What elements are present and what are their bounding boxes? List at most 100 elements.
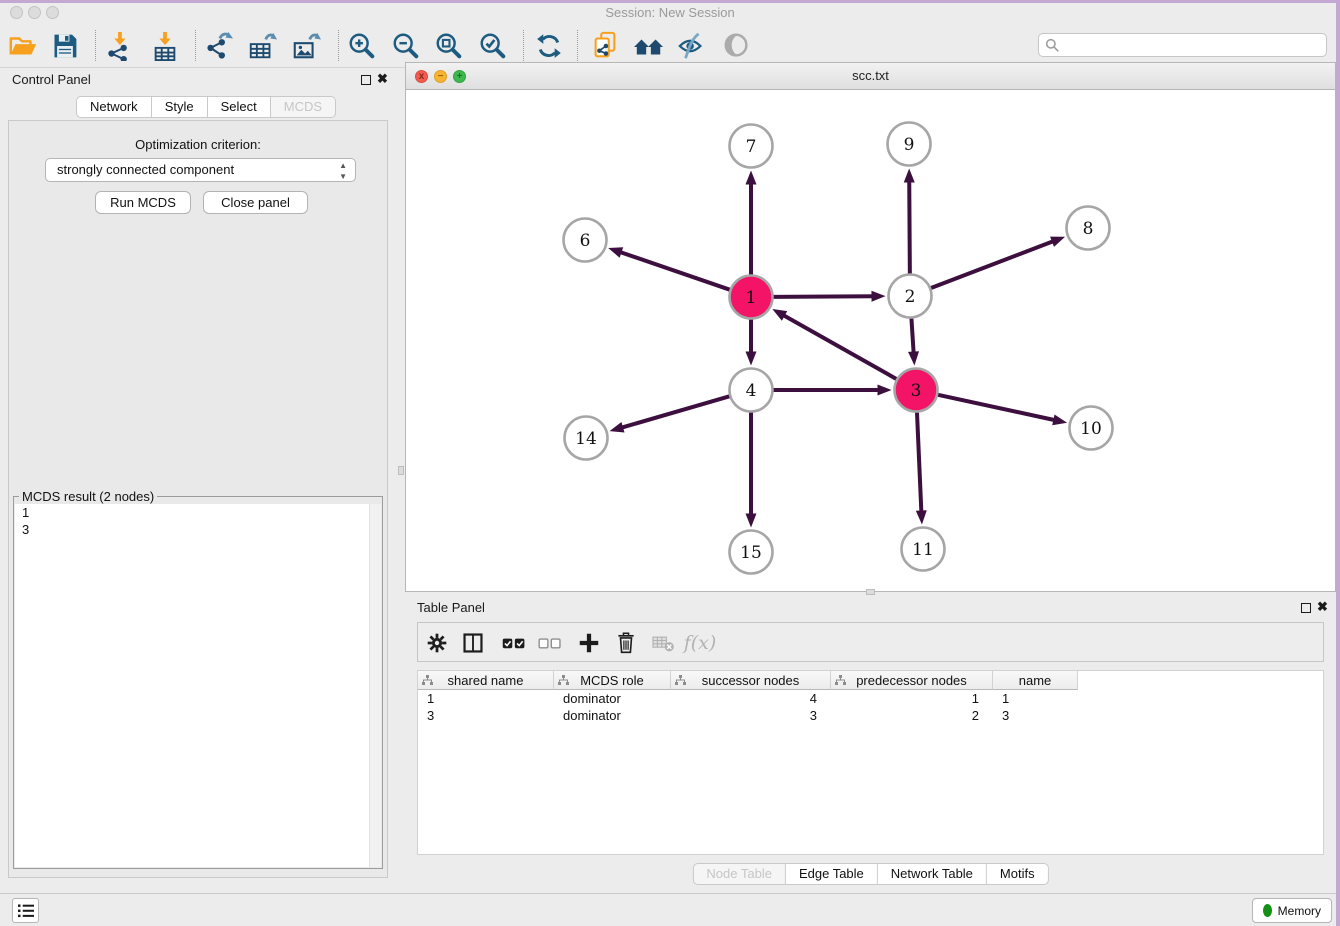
save-session-button[interactable] bbox=[47, 29, 83, 63]
table-row[interactable]: 3dominator323 bbox=[418, 707, 1323, 724]
tab-node-table[interactable]: Node Table bbox=[692, 863, 786, 885]
column-header-shared-name[interactable]: shared name bbox=[418, 671, 554, 690]
tab-motifs[interactable]: Motifs bbox=[987, 863, 1049, 885]
table-cell[interactable]: 4 bbox=[671, 690, 831, 707]
mcds-result-line: 1 bbox=[15, 504, 381, 521]
horizontal-splitter-handle[interactable] bbox=[866, 589, 875, 595]
graph-node-3[interactable]: 3 bbox=[895, 369, 938, 412]
graph-edge-2-3[interactable] bbox=[908, 318, 919, 365]
task-history-button[interactable] bbox=[12, 898, 39, 923]
graph-node-14[interactable]: 14 bbox=[565, 417, 608, 460]
select-all-button[interactable] bbox=[498, 627, 530, 659]
tab-edge-table[interactable]: Edge Table bbox=[786, 863, 878, 885]
control-panel-float-button[interactable] bbox=[361, 75, 371, 85]
function-builder-button[interactable]: f(x) bbox=[684, 627, 716, 659]
graph-node-2[interactable]: 2 bbox=[889, 275, 932, 318]
table-cell[interactable]: dominator bbox=[554, 707, 671, 724]
window-border-top bbox=[0, 0, 1340, 3]
graph-edge-4-14[interactable] bbox=[610, 396, 730, 432]
column-header-MCDS-role[interactable]: MCDS role bbox=[554, 671, 671, 690]
memory-button[interactable]: Memory bbox=[1252, 898, 1332, 923]
tab-network[interactable]: Network bbox=[76, 96, 152, 118]
hide-selected-button[interactable] bbox=[674, 29, 710, 63]
search-input[interactable] bbox=[1060, 38, 1326, 53]
delete-row-button[interactable] bbox=[610, 627, 642, 659]
column-header-name[interactable]: name bbox=[993, 671, 1078, 690]
zoom-selected-button[interactable] bbox=[475, 29, 511, 63]
graph-edge-4-15[interactable] bbox=[746, 413, 757, 528]
graph-edge-1-6[interactable] bbox=[608, 247, 730, 289]
clone-network-button[interactable] bbox=[587, 29, 623, 63]
add-row-button[interactable] bbox=[573, 627, 605, 659]
table-cell[interactable]: dominator bbox=[554, 690, 671, 707]
table-row[interactable]: 1dominator411 bbox=[418, 690, 1323, 707]
zoom-fit-button[interactable] bbox=[431, 29, 467, 63]
graph-node-11[interactable]: 11 bbox=[902, 528, 945, 571]
graph-node-6[interactable]: 6 bbox=[564, 219, 607, 262]
graph-edge-2-8[interactable] bbox=[931, 237, 1065, 288]
tab-select[interactable]: Select bbox=[208, 96, 271, 118]
delete-table-button[interactable] bbox=[647, 627, 679, 659]
refresh-button[interactable] bbox=[531, 29, 567, 63]
table-cell[interactable]: 3 bbox=[993, 707, 1078, 724]
table-cell[interactable]: 1 bbox=[993, 690, 1078, 707]
table-cell[interactable]: 2 bbox=[831, 707, 993, 724]
graph-node-7[interactable]: 7 bbox=[730, 125, 773, 168]
table-panel-float-button[interactable] bbox=[1301, 603, 1311, 613]
table-panel-close-button[interactable]: ✖ bbox=[1317, 599, 1328, 615]
table-cell[interactable]: 3 bbox=[671, 707, 831, 724]
graph-edge-1-7[interactable] bbox=[746, 171, 757, 275]
node-label: 9 bbox=[904, 135, 915, 155]
graph-edge-1-2[interactable] bbox=[773, 291, 885, 302]
first-neighbors-button[interactable] bbox=[631, 29, 667, 63]
show-hidden-button[interactable] bbox=[719, 29, 755, 63]
criterion-select[interactable]: strongly connected component ▲▼ bbox=[45, 158, 356, 182]
split-column-button[interactable] bbox=[457, 627, 489, 659]
export-table-button[interactable] bbox=[244, 29, 280, 63]
control-panel-close-button[interactable]: ✖ bbox=[377, 71, 388, 87]
tab-mcds[interactable]: MCDS bbox=[271, 96, 336, 118]
graph-node-8[interactable]: 8 bbox=[1067, 207, 1110, 250]
open-session-button[interactable] bbox=[5, 29, 41, 63]
column-header-successor-nodes[interactable]: successor nodes bbox=[671, 671, 831, 690]
table-cell[interactable]: 3 bbox=[418, 707, 554, 724]
graph-node-9[interactable]: 9 bbox=[888, 123, 931, 166]
graph-node-1[interactable]: 1 bbox=[730, 276, 773, 319]
network-canvas[interactable]: 7 9 6 8 1 2 4 3 14 10 15 11 bbox=[406, 90, 1335, 591]
graph-edge-3-1[interactable] bbox=[772, 309, 896, 379]
graph-edge-3-10[interactable] bbox=[938, 395, 1067, 425]
zoom-out-button[interactable] bbox=[388, 29, 424, 63]
graph-node-10[interactable]: 10 bbox=[1070, 407, 1113, 450]
run-mcds-button[interactable]: Run MCDS bbox=[95, 191, 191, 214]
import-table-button[interactable] bbox=[147, 29, 183, 63]
zoom-in-button[interactable] bbox=[344, 29, 380, 63]
vertical-splitter-handle[interactable] bbox=[398, 466, 404, 475]
tab-network-table[interactable]: Network Table bbox=[878, 863, 987, 885]
result-scrollbar[interactable] bbox=[369, 504, 381, 867]
delete-table-icon bbox=[651, 633, 675, 653]
graph-edge-3-11[interactable] bbox=[916, 412, 927, 524]
import-network-button[interactable] bbox=[101, 29, 137, 63]
graph-edge-4-3[interactable] bbox=[774, 385, 892, 396]
column-header-predecessor-nodes[interactable]: predecessor nodes bbox=[831, 671, 993, 690]
graph-node-4[interactable]: 4 bbox=[730, 369, 773, 412]
table-settings-button[interactable] bbox=[421, 627, 453, 659]
column-label: successor nodes bbox=[702, 673, 800, 688]
graph-node-15[interactable]: 15 bbox=[730, 531, 773, 574]
graph-edge-1-4[interactable] bbox=[746, 320, 757, 366]
export-network-button[interactable] bbox=[201, 29, 237, 63]
graph-edge-2-9[interactable] bbox=[904, 168, 915, 273]
tab-style[interactable]: Style bbox=[152, 96, 208, 118]
table-panel-tabs: Node Table Edge Table Network Table Moti… bbox=[692, 863, 1048, 885]
search-field[interactable] bbox=[1038, 33, 1327, 57]
table-cell[interactable]: 1 bbox=[418, 690, 554, 707]
search-icon bbox=[1045, 38, 1060, 53]
deselect-all-button[interactable] bbox=[534, 627, 566, 659]
export-table-icon bbox=[247, 31, 277, 61]
status-bar: Memory bbox=[0, 893, 1340, 926]
network-window-titlebar[interactable]: x − + scc.txt bbox=[406, 63, 1335, 90]
close-panel-button[interactable]: Close panel bbox=[203, 191, 308, 214]
mcds-result-textarea[interactable]: 13 bbox=[15, 504, 381, 867]
export-image-button[interactable] bbox=[288, 29, 324, 63]
table-cell[interactable]: 1 bbox=[831, 690, 993, 707]
